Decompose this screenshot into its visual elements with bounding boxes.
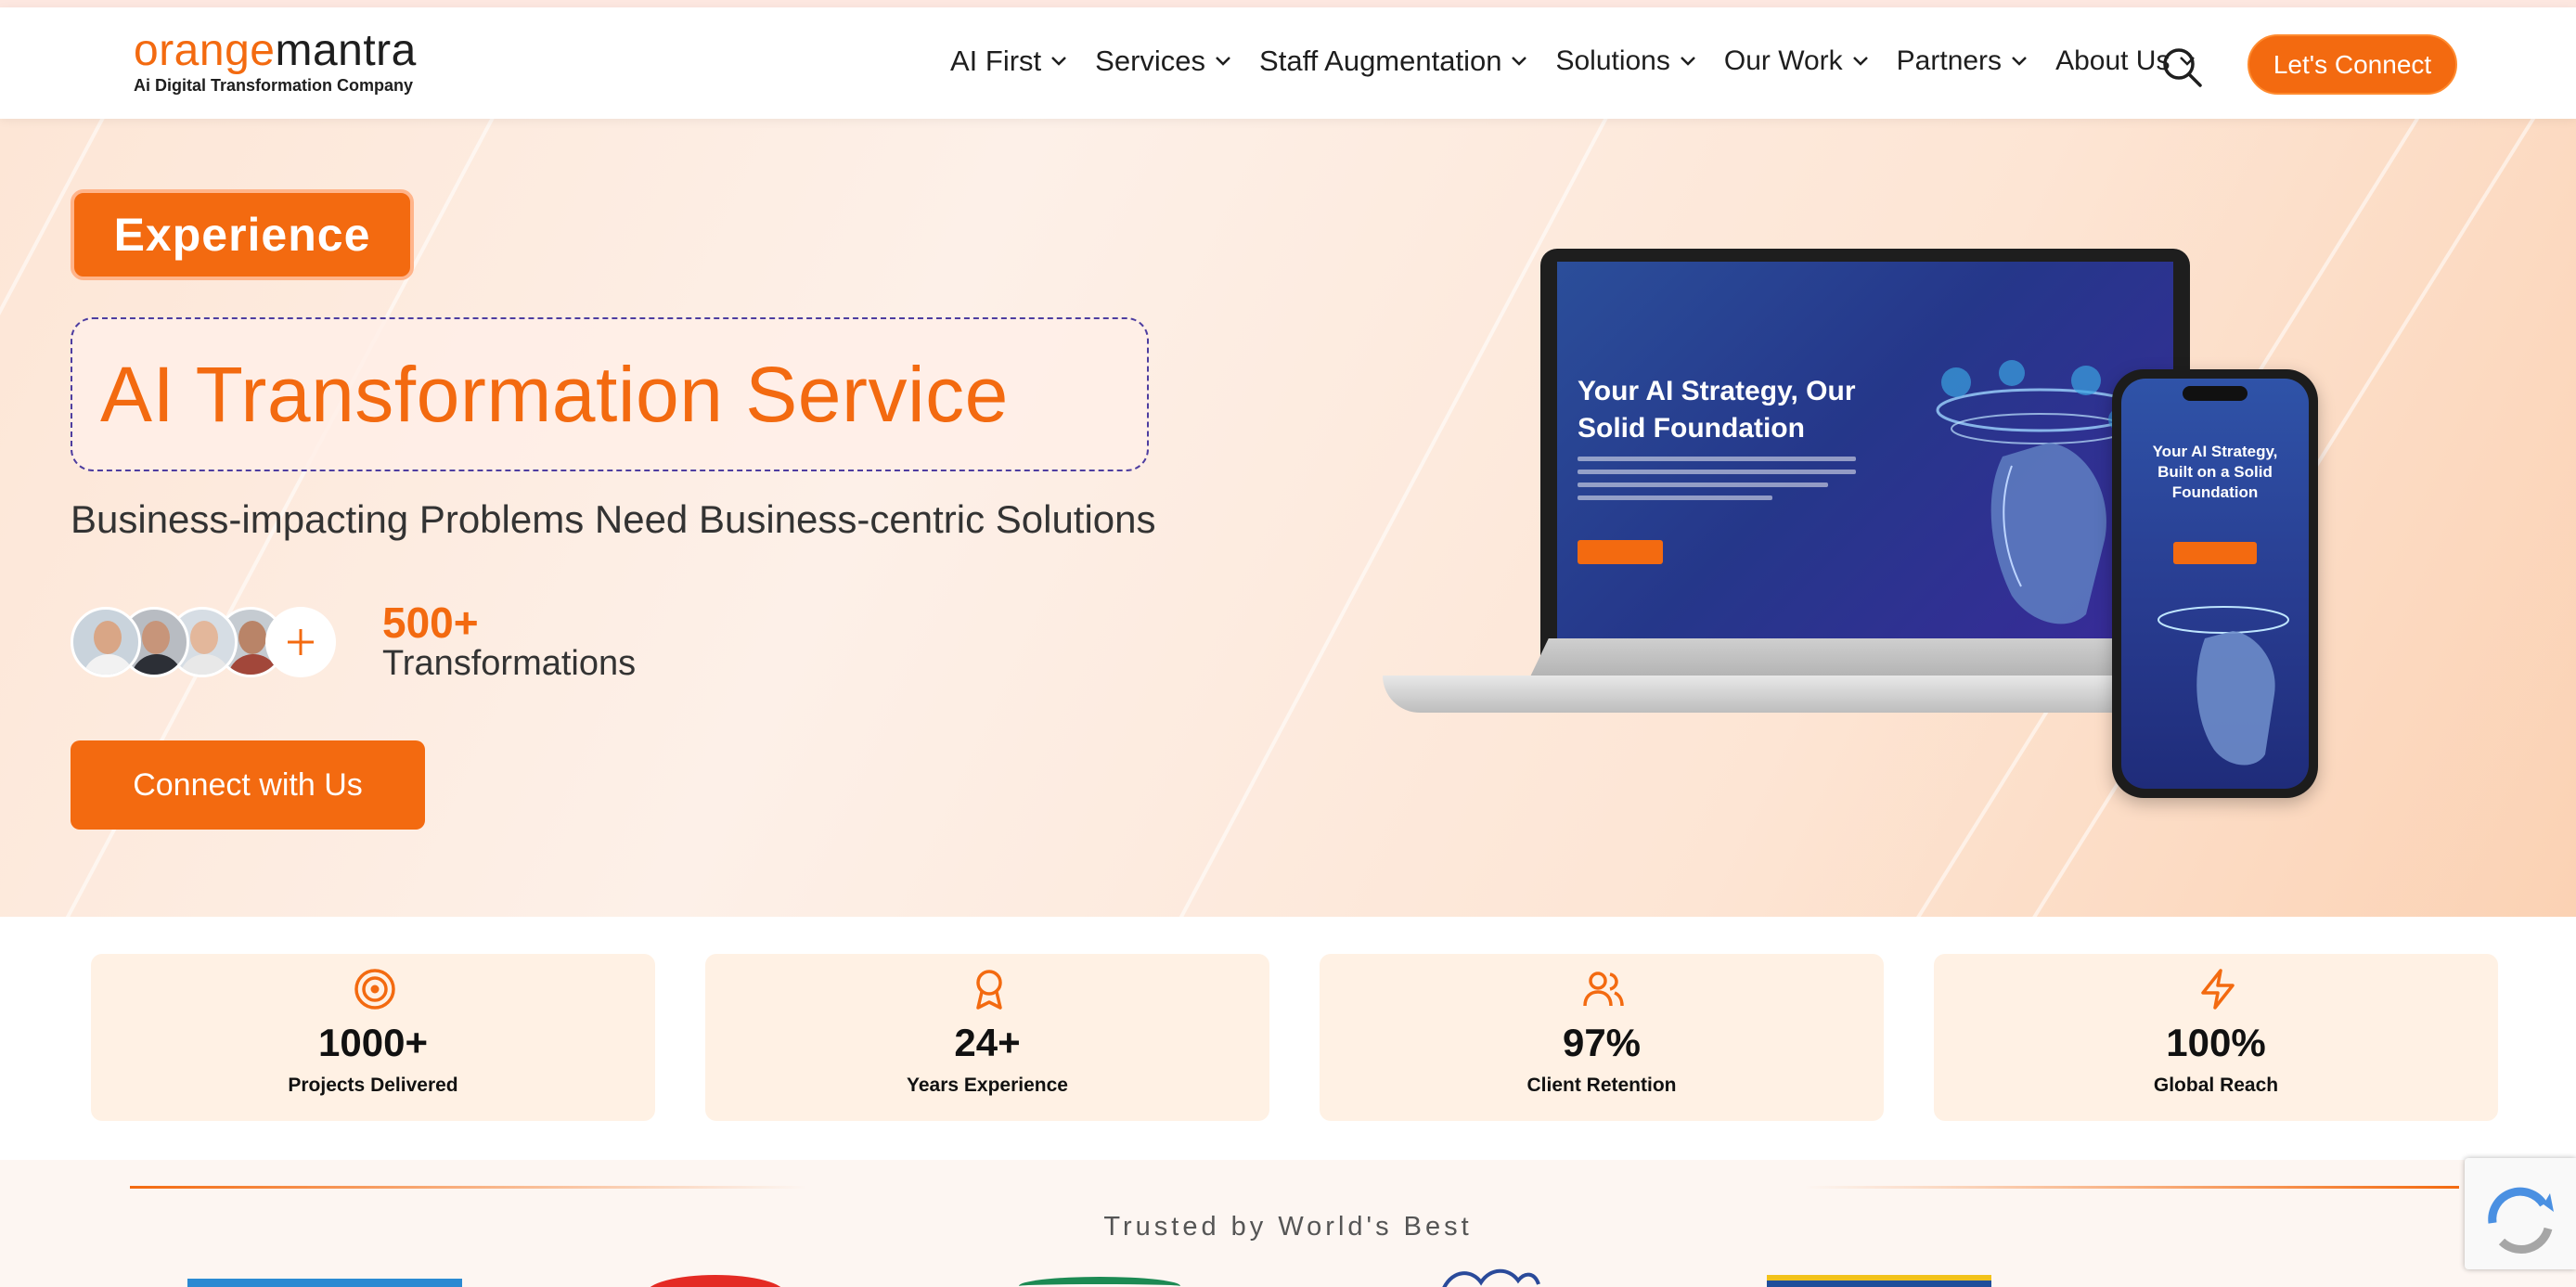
- transformations-count: 500+: [382, 598, 479, 647]
- lightning-icon: [2201, 969, 2235, 1010]
- phone-screen-button: [2173, 542, 2257, 564]
- logo-word-mantra: mantra: [275, 26, 417, 75]
- avatar-head: [190, 621, 218, 654]
- hero-subtitle: Business-impacting Problems Need Busines…: [71, 497, 1156, 541]
- client-logo: [187, 1279, 462, 1287]
- search-icon: [2163, 48, 2202, 87]
- avatar-head: [94, 621, 122, 654]
- nav-item-solutions[interactable]: Solutions: [1555, 45, 1695, 77]
- client-logo: [1442, 1268, 1540, 1287]
- site-header: orangemantra Ai Digital Transformation C…: [0, 7, 2576, 119]
- trusted-heading: Trusted by World's Best: [1103, 1212, 1473, 1242]
- lets-connect-button[interactable]: Let's Connect: [2248, 34, 2457, 95]
- nav-label: Solutions: [1555, 45, 1670, 76]
- nav-item-ai-first[interactable]: AI First: [950, 45, 1067, 78]
- plus-icon: [288, 629, 314, 655]
- avatar-group: [71, 607, 336, 677]
- nav-label: Partners: [1896, 45, 2003, 76]
- stats-strip: 1000+ Projects Delivered 24+ Years Exper…: [0, 917, 2576, 1160]
- nav-item-staff-augmentation[interactable]: Staff Augmentation: [1259, 45, 1527, 78]
- stat-value: 100%: [2166, 1021, 2266, 1064]
- laptop-headline: Your AI Strategy, Our Solid Foundation: [1578, 376, 1856, 444]
- target-icon: [354, 969, 395, 1010]
- stat-label: Global Reach: [2153, 1075, 2279, 1096]
- recaptcha-badge[interactable]: [2465, 1158, 2576, 1269]
- award-icon: [976, 970, 1002, 1010]
- chevron-down-icon: [1852, 57, 1868, 66]
- chevron-down-icon: [1680, 57, 1695, 66]
- laptop-body-text: [1578, 457, 1856, 521]
- text-line: [1578, 483, 1828, 487]
- stat-value: 24+: [954, 1021, 1021, 1064]
- stat-card-projects: 1000+ Projects Delivered: [91, 954, 655, 1121]
- hero-title: AI Transformation Service: [100, 350, 1009, 438]
- phone-notch: [2183, 386, 2248, 401]
- text-line: [1578, 495, 1772, 500]
- nav-item-services[interactable]: Services: [1095, 45, 1231, 78]
- avatar-body: [131, 654, 183, 675]
- laptop-screen-content: Your AI Strategy, Our Solid Foundation: [1557, 262, 2173, 661]
- stat-label: Years Experience: [907, 1075, 1068, 1096]
- nav-label: Staff Augmentation: [1259, 45, 1502, 77]
- users-icon: [1583, 972, 1624, 1007]
- text-line: [1578, 457, 1856, 461]
- nav-item-our-work[interactable]: Our Work: [1724, 45, 1869, 77]
- avatar-head: [238, 621, 266, 654]
- stat-label: Client Retention: [1526, 1075, 1677, 1096]
- nav-label: Services: [1095, 45, 1206, 77]
- avatar-head: [142, 621, 170, 654]
- avatar-body: [83, 654, 135, 675]
- client-logo: [646, 1275, 785, 1287]
- stat-value: 97%: [1562, 1021, 1642, 1064]
- connect-with-us-button[interactable]: Connect with Us: [71, 740, 425, 830]
- client-logo: [1019, 1277, 1180, 1287]
- avatar-body: [179, 654, 231, 675]
- chevron-down-icon: [1512, 57, 1527, 66]
- text-line: [1578, 470, 1856, 474]
- logo-tagline: Ai Digital Transformation Company: [134, 76, 414, 95]
- divider-line: [130, 1186, 807, 1189]
- laptop-mockup: Your AI Strategy, Our Solid Foundation: [1540, 249, 2190, 685]
- top-accent-line: [0, 0, 2576, 7]
- stat-value: 1000+: [318, 1021, 428, 1064]
- transformations-label: Transformations: [382, 644, 637, 683]
- nav-label: AI First: [950, 45, 1042, 77]
- stat-label: Projects Delivered: [288, 1075, 458, 1096]
- nav-label: About Us: [2055, 45, 2170, 76]
- logo-wordmark: orangemantra: [134, 28, 417, 74]
- divider-line: [1804, 1186, 2459, 1189]
- nav-item-partners[interactable]: Partners: [1897, 45, 2028, 77]
- logo-word-orange: orange: [134, 26, 276, 75]
- hero-title-box: AI Transformation Service: [71, 317, 1149, 471]
- trusted-section: Trusted by World's Best: [0, 1160, 2576, 1287]
- recaptcha-icon: [2488, 1187, 2554, 1255]
- phone-screen-content: Your AI Strategy, Built on a Solid Found…: [2121, 379, 2309, 789]
- stat-card-retention: 97% Client Retention: [1320, 954, 1884, 1121]
- avatar: [71, 607, 141, 677]
- chevron-down-icon: [1051, 57, 1067, 66]
- brand-logo[interactable]: orangemantra Ai Digital Transformation C…: [134, 28, 417, 96]
- chevron-down-icon: [2012, 57, 2027, 66]
- phone-mockup: Your AI Strategy, Built on a Solid Found…: [2112, 369, 2318, 798]
- ai-face-illustration: [1936, 360, 2132, 624]
- phone-headline: Your AI Strategy, Built on a Solid Found…: [2152, 443, 2278, 501]
- stat-card-years: 24+ Years Experience: [705, 954, 1269, 1121]
- search-button[interactable]: [2161, 46, 2204, 89]
- client-logo: [1767, 1275, 1991, 1287]
- nav-label: Our Work: [1723, 45, 1843, 76]
- hero-section: Experience AI Transformation Service Bus…: [0, 119, 2576, 917]
- add-avatar-icon: [265, 607, 336, 677]
- experience-badge: Experience: [71, 189, 414, 280]
- laptop-base: [1383, 676, 2181, 713]
- ai-face-illustration: [2157, 606, 2289, 766]
- chevron-down-icon: [1216, 57, 1230, 66]
- stat-card-reach: 100% Global Reach: [1934, 954, 2498, 1121]
- main-nav: AI First Services Staff Augmentation Sol…: [950, 45, 2223, 78]
- laptop-screen-button: [1578, 540, 1663, 564]
